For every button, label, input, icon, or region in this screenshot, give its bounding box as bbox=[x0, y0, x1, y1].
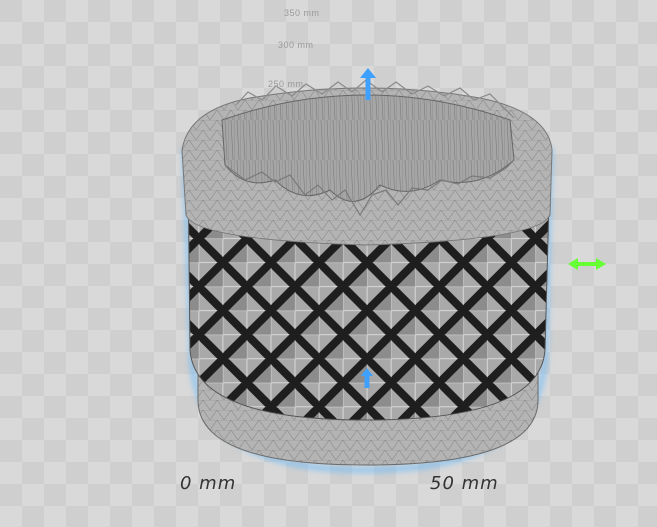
viewport-canvas bbox=[0, 0, 657, 527]
ruler-label-50: 50 mm bbox=[430, 473, 499, 494]
3d-viewport[interactable]: 350 mm 300 mm 250 mm 0 mm 50 mm bbox=[0, 0, 657, 527]
height-marker-350: 350 mm bbox=[284, 8, 320, 18]
knurled-cup-model[interactable] bbox=[181, 79, 553, 466]
height-marker-300: 300 mm bbox=[278, 40, 314, 50]
ruler-label-0: 0 mm bbox=[180, 473, 237, 494]
height-marker-250: 250 mm bbox=[268, 79, 304, 89]
